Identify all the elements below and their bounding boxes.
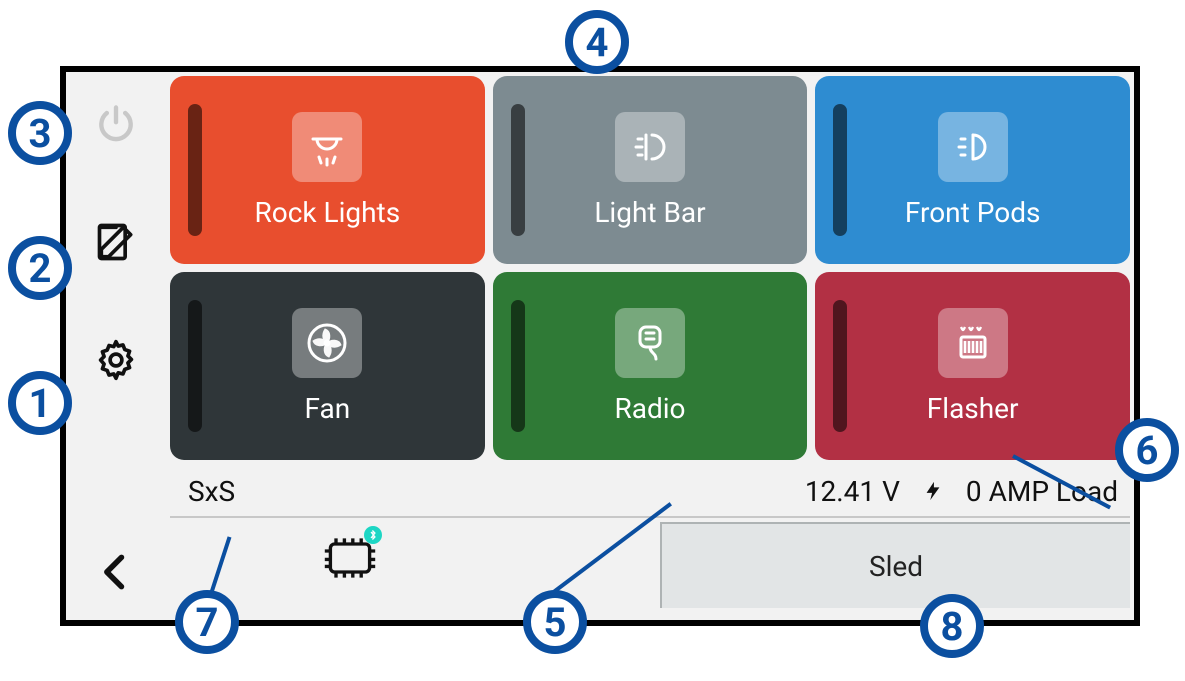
edit-icon [94,220,138,264]
tab-label: Sled [869,550,923,583]
dimmer-slider[interactable] [833,300,847,432]
tile-label: Fan [304,392,350,425]
tile-label: Light Bar [594,196,705,229]
dimmer-slider[interactable] [511,300,525,432]
tile-label: Rock Lights [254,196,400,229]
callout-6: 6 [1115,418,1179,482]
dimmer-slider[interactable] [188,104,202,236]
bluetooth-indicator [364,526,382,544]
dimmer-slider[interactable] [188,300,202,432]
power-button[interactable] [92,100,140,148]
back-button[interactable] [92,548,140,596]
rock-lights-icon [292,112,362,182]
gear-icon [94,338,138,382]
voltage-value: 12.41 V [805,475,900,508]
load-value: 0 AMP Load [966,475,1118,508]
radio-icon [615,308,685,378]
power-icon [94,102,138,146]
switch-tile-front-pods[interactable]: Front Pods [815,76,1130,264]
light-bar-icon [615,112,685,182]
chevron-left-icon [94,550,138,594]
fan-icon [292,308,362,378]
edit-button[interactable] [92,218,140,266]
tile-label: Flasher [927,392,1019,425]
switch-tile-light-bar[interactable]: Light Bar [493,76,808,264]
bottom-bar: Sled [170,516,1130,608]
dimmer-slider[interactable] [511,104,525,236]
callout-1: 1 [8,371,72,435]
callout-8: 8 [920,594,984,658]
switch-grid: Rock Lights Light Bar Front Pods Fan Radio Fl… [170,76,1130,460]
sidebar [66,72,166,620]
switch-tile-fan[interactable]: Fan [170,272,485,460]
tile-label: Front Pods [905,196,1041,229]
callout-5: 5 [523,590,587,654]
bolt-icon [922,477,944,505]
flasher-icon [938,308,1008,378]
tile-label: Radio [614,392,685,425]
profile-tab-sled[interactable]: Sled [660,522,1130,608]
main-panel: Rock Lights Light Bar Front Pods Fan Radio Fl… [166,72,1134,620]
callout-7: 7 [175,590,239,654]
module-status-icon[interactable] [320,528,380,588]
dimmer-slider[interactable] [833,104,847,236]
switch-tile-radio[interactable]: Radio [493,272,808,460]
profile-label: SxS [188,475,235,508]
switch-tile-rock-lights[interactable]: Rock Lights [170,76,485,264]
settings-button[interactable] [92,336,140,384]
device-frame: Rock Lights Light Bar Front Pods Fan Radio Fl… [60,66,1140,626]
callout-4: 4 [565,10,629,74]
switch-tile-flasher[interactable]: Flasher [815,272,1130,460]
front-pods-icon [938,112,1008,182]
status-bar: SxS 12.41 V 0 AMP Load [170,460,1130,516]
callout-2: 2 [8,236,72,300]
callout-3: 3 [8,101,72,165]
